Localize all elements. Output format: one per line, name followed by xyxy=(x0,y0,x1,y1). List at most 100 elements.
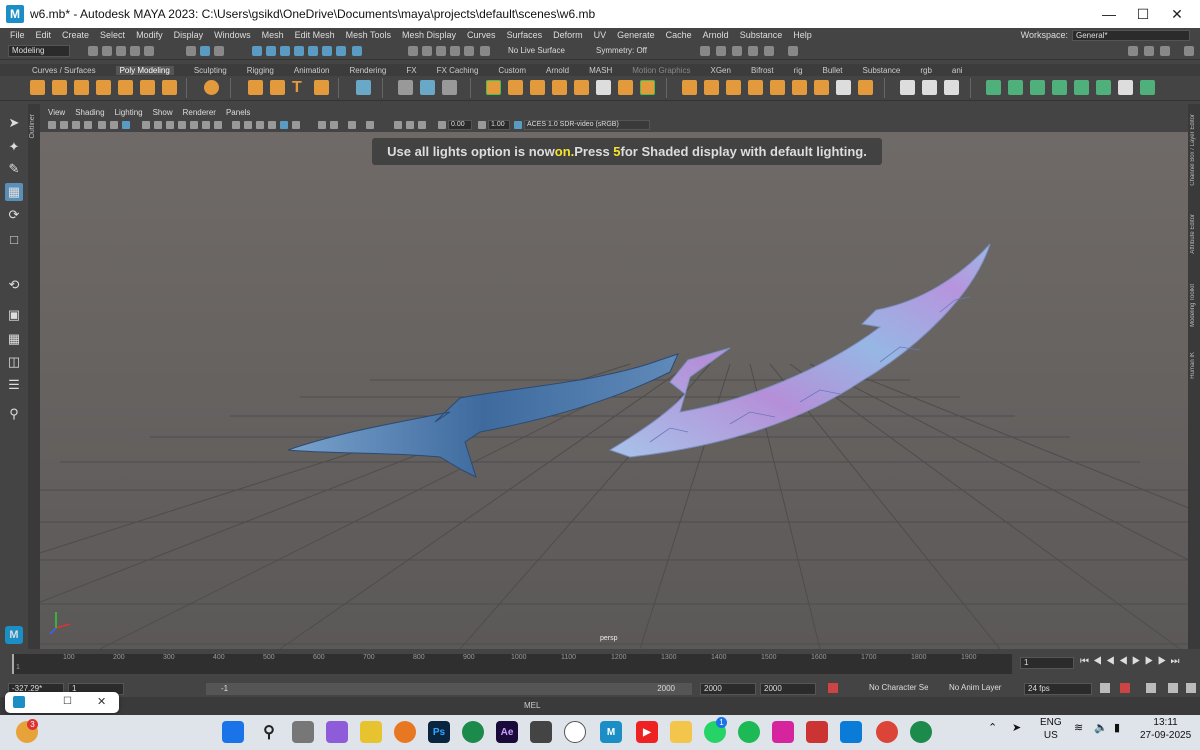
exposure-icon[interactable] xyxy=(394,121,402,129)
tab-arnold[interactable]: Arnold xyxy=(546,66,569,75)
tab-sculpting[interactable]: Sculpting xyxy=(194,66,227,75)
preferences-icon[interactable] xyxy=(1186,683,1196,693)
collapse-icon[interactable] xyxy=(792,80,807,95)
camera-select-icon[interactable] xyxy=(48,121,56,129)
viewport-persp[interactable]: persp xyxy=(40,132,1188,649)
auto-key-icon[interactable] xyxy=(828,683,838,693)
textured-icon[interactable] xyxy=(190,121,198,129)
circularize-icon[interactable] xyxy=(858,80,873,95)
chatgpt-icon[interactable] xyxy=(564,721,586,743)
tab-fx-caching[interactable]: FX Caching xyxy=(437,66,479,75)
after-effects-icon[interactable]: Ae xyxy=(496,721,518,743)
combine-icon[interactable] xyxy=(508,80,523,95)
append-polygon-icon[interactable] xyxy=(682,80,697,95)
new-scene-icon[interactable] xyxy=(88,46,98,56)
extrude-icon[interactable] xyxy=(398,80,413,95)
ep-curve-icon[interactable] xyxy=(944,80,959,95)
quad-draw-icon[interactable] xyxy=(640,80,655,95)
edge-alt-icon[interactable] xyxy=(910,721,932,743)
tab-rig[interactable]: rig xyxy=(794,66,803,75)
super-shape-icon[interactable] xyxy=(248,80,263,95)
attribute-editor-toggle-icon[interactable] xyxy=(1160,46,1170,56)
bridge-icon[interactable] xyxy=(442,80,457,95)
film-gate-icon[interactable] xyxy=(110,121,118,129)
menu-edit[interactable]: Edit xyxy=(36,30,52,40)
highlight-icon[interactable] xyxy=(330,121,338,129)
scale-tool-icon[interactable]: □ xyxy=(5,230,23,248)
multi-cut-icon[interactable] xyxy=(486,80,501,95)
select-by-deform-icon[interactable] xyxy=(308,46,318,56)
image-plane-icon[interactable] xyxy=(84,121,92,129)
select-component-icon[interactable] xyxy=(214,46,224,56)
pinch-sculpt-icon[interactable] xyxy=(1074,80,1089,95)
chrome-icon[interactable] xyxy=(876,721,898,743)
view-transform-icon[interactable] xyxy=(514,121,522,129)
channel-box-tab[interactable]: Channel Box / Layer Editor xyxy=(1190,114,1196,186)
wireframe-icon[interactable] xyxy=(142,121,150,129)
menu-arnold[interactable]: Arnold xyxy=(703,30,729,40)
minimized-window-popup[interactable]: ☐ ✕ xyxy=(5,692,119,713)
panel-menu-shading[interactable]: Shading xyxy=(75,108,104,117)
offset-edge-loop-icon[interactable] xyxy=(726,80,741,95)
xray-icon[interactable] xyxy=(232,121,240,129)
range-end-field[interactable]: 2000 xyxy=(700,683,756,695)
app-person-icon[interactable] xyxy=(840,721,862,743)
gamma-field[interactable]: 1.00 xyxy=(488,120,510,130)
grab-sculpt-icon[interactable] xyxy=(1052,80,1067,95)
maya-taskbar-icon[interactable]: M xyxy=(600,721,622,743)
smooth-shade-icon[interactable] xyxy=(154,121,162,129)
character-set-dropdown[interactable]: No Character Set xyxy=(866,683,928,695)
workspace-dropdown[interactable]: General* xyxy=(1072,29,1190,41)
rotate-tool-icon[interactable]: ⟳ xyxy=(5,206,23,224)
popup-restore-icon[interactable]: ☐ xyxy=(63,696,72,707)
smooth-sculpt-icon[interactable] xyxy=(1008,80,1023,95)
modeling-toolkit-tab[interactable]: Modeling Toolkit xyxy=(1190,284,1196,327)
attribute-editor-tab[interactable]: Attribute Editor xyxy=(1190,214,1196,254)
tab-fx[interactable]: FX xyxy=(406,66,416,75)
shadows-icon[interactable] xyxy=(214,121,222,129)
select-hierarchy-icon[interactable] xyxy=(186,46,196,56)
clock[interactable]: 13:11 27-09-2025 xyxy=(1140,716,1191,742)
playback-controls[interactable]: ⏮◀◀◀▶▶▶⏭ xyxy=(1080,656,1184,667)
blender-icon[interactable] xyxy=(394,721,416,743)
move-tool-icon[interactable]: ▦ xyxy=(5,183,23,201)
wifi-icon[interactable]: ≋ xyxy=(1074,722,1083,735)
paint-select-tool-icon[interactable]: ✎ xyxy=(5,160,23,178)
wireframe-on-shaded-icon[interactable] xyxy=(178,121,186,129)
construction-history-icon[interactable] xyxy=(700,46,710,56)
outliner-tab[interactable]: Outliner xyxy=(28,104,40,649)
render-frame-icon[interactable] xyxy=(716,46,726,56)
tray-chevron-icon[interactable]: ⌃ xyxy=(988,722,997,735)
motion-blur-icon[interactable] xyxy=(268,121,276,129)
save-scene-icon[interactable] xyxy=(116,46,126,56)
render-settings-icon[interactable] xyxy=(764,46,774,56)
snap-vertex-icon[interactable] xyxy=(480,46,490,56)
ipr-render-icon[interactable] xyxy=(748,46,758,56)
single-view-icon[interactable]: ▣ xyxy=(5,306,23,324)
anti-aliasing-icon[interactable] xyxy=(280,121,288,129)
select-by-joint-icon[interactable] xyxy=(266,46,276,56)
tab-rigging[interactable]: Rigging xyxy=(247,66,274,75)
search-icon[interactable]: ⚲ xyxy=(5,405,23,423)
menu-select[interactable]: Select xyxy=(100,30,125,40)
render-view-icon[interactable] xyxy=(732,46,742,56)
select-by-misc-icon[interactable] xyxy=(352,46,362,56)
grid-icon[interactable] xyxy=(348,121,356,129)
panel-menu-renderer[interactable]: Renderer xyxy=(183,108,216,117)
grid-toggle-icon[interactable] xyxy=(98,121,106,129)
menu-mesh-tools[interactable]: Mesh Tools xyxy=(346,30,391,40)
current-time-marker[interactable] xyxy=(12,654,14,674)
tab-mash[interactable]: MASH xyxy=(589,66,612,75)
boolean-icon[interactable] xyxy=(574,80,589,95)
select-by-handle-icon[interactable] xyxy=(252,46,262,56)
bezier-curve-icon[interactable] xyxy=(922,80,937,95)
sculpt-tool-icon[interactable] xyxy=(986,80,1001,95)
tab-motion-graphics[interactable]: Motion Graphics xyxy=(632,66,690,75)
resolution-gate-icon[interactable] xyxy=(122,121,130,129)
menu-substance[interactable]: Substance xyxy=(740,30,783,40)
relax-sculpt-icon[interactable] xyxy=(1030,80,1045,95)
lasso-tool-icon[interactable]: ✦ xyxy=(5,138,23,156)
menu-uv[interactable]: UV xyxy=(594,30,607,40)
playback-end-field[interactable]: 2000 xyxy=(760,683,816,695)
snap-view-icon[interactable] xyxy=(450,46,460,56)
